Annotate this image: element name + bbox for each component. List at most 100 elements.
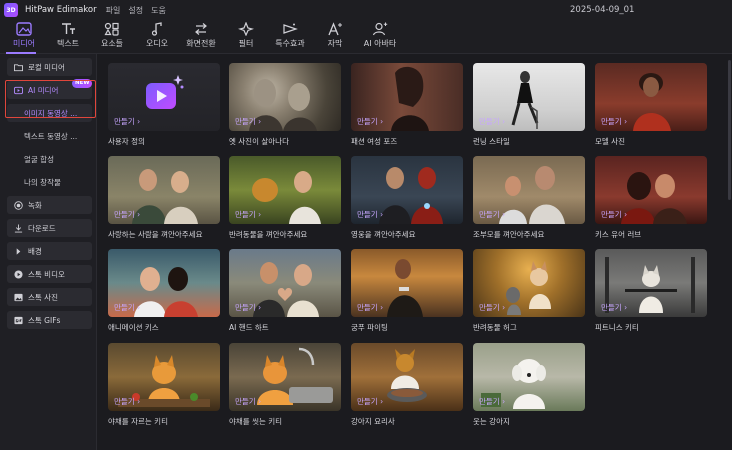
template-card-hug-grandparent[interactable]: 만들기 › 조부모를 껴안아주세요 <box>473 156 585 240</box>
play-circle-icon <box>14 269 23 279</box>
make-button[interactable]: 만들기 › <box>235 302 261 313</box>
make-button[interactable]: 만들기 › <box>479 209 505 220</box>
template-title: 키스 유어 러브 <box>595 230 642 239</box>
tab-elements[interactable]: 요소들 <box>90 22 134 52</box>
sidebar-item-stock-gifs[interactable]: 스톡 GIFs <box>7 311 92 329</box>
template-card-smiling-puppy[interactable]: 만들기 › 웃는 강아지 <box>473 343 585 427</box>
template-thumbnail[interactable]: 만들기 › <box>473 156 585 224</box>
template-card-animated-kiss[interactable]: 만들기 › 애니메이션 키스 <box>108 249 220 333</box>
menu-file[interactable]: 파일 <box>106 5 121 16</box>
template-thumbnail[interactable]: 만들기 › <box>351 63 463 131</box>
make-button[interactable]: 만들기 › <box>114 396 140 407</box>
make-button[interactable]: 만들기 › <box>601 116 627 127</box>
sidebar-item-stock-photo[interactable]: 스톡 사진 <box>7 288 92 306</box>
project-name: 2025-04-09_01 <box>570 5 635 15</box>
sidebar-item-local-media[interactable]: 로컬 미디어 <box>7 58 92 76</box>
template-thumbnail[interactable]: 만들기 › <box>108 343 220 411</box>
tab-audio[interactable]: 오디오 <box>135 22 179 52</box>
transition-icon <box>195 23 207 35</box>
template-thumbnail[interactable]: 만들기 › <box>351 343 463 411</box>
template-card-hug-hero[interactable]: 만들기 › 영웅을 껴안아주세요 <box>351 156 463 240</box>
template-card-hug-loved-one[interactable]: 만들기 › 사랑하는 사람을 껴안아주세요 <box>108 156 220 240</box>
sidebar-item-my-creations[interactable]: 나의 창작물 <box>7 173 92 191</box>
template-thumbnail[interactable]: 만들기 › <box>473 63 585 131</box>
template-thumbnail[interactable]: 만들기 › <box>108 63 220 131</box>
make-button[interactable]: 만들기 › <box>357 396 383 407</box>
title-bar: 3D HitPaw Edimakor 파일 설정 도움 2025-04-09_0… <box>0 0 732 20</box>
make-button[interactable]: 만들기 › <box>479 302 505 313</box>
template-thumbnail[interactable]: 만들기 › <box>473 249 585 317</box>
make-button[interactable]: 만들기 › <box>114 116 140 127</box>
template-thumbnail[interactable]: 만들기 › <box>351 249 463 317</box>
sidebar-item-text-to-video[interactable]: 텍스트 동영상 ... <box>7 127 92 145</box>
template-title: 강아지 요리사 <box>351 417 395 426</box>
template-thumbnail[interactable]: 만들기 › <box>229 343 341 411</box>
make-button[interactable]: 만들기 › <box>357 116 383 127</box>
record-icon <box>14 200 23 210</box>
make-button[interactable]: 만들기 › <box>479 116 505 127</box>
template-card-model-photo[interactable]: 만들기 › 모델 사진 <box>595 63 707 147</box>
tab-effects-label: 특수효과 <box>275 39 305 48</box>
template-title: AI 핸드 하트 <box>229 323 269 332</box>
make-button[interactable]: 만들기 › <box>601 209 627 220</box>
tab-media[interactable]: 미디어 <box>2 22 46 52</box>
tab-elements-label: 요소들 <box>100 39 124 48</box>
template-title: 사랑하는 사람을 껴안아주세요 <box>108 230 203 239</box>
sidebar-item-background[interactable]: 배경 <box>7 242 92 260</box>
tab-filter[interactable]: 필터 <box>224 22 268 52</box>
make-button[interactable]: 만들기 › <box>357 209 383 220</box>
template-thumbnail[interactable]: 만들기 › <box>595 63 707 131</box>
template-thumbnail[interactable]: 만들기 › <box>473 343 585 411</box>
template-thumbnail[interactable]: 만들기 › <box>108 249 220 317</box>
template-thumbnail[interactable]: 만들기 › <box>595 156 707 224</box>
template-card-fashion-pose[interactable]: 만들기 › 패션 여성 포즈 <box>351 63 463 147</box>
download-icon <box>14 223 23 233</box>
template-card-custom[interactable]: 만들기 › 사용자 정의 <box>108 63 220 147</box>
menu-settings[interactable]: 설정 <box>128 5 143 16</box>
make-button[interactable]: 만들기 › <box>114 209 140 220</box>
sidebar-item-download[interactable]: 다운로드 <box>7 219 92 237</box>
template-thumbnail[interactable]: 만들기 › <box>229 156 341 224</box>
tab-ai-avatar[interactable]: AI 아바타 <box>357 22 403 52</box>
template-card-puppy-chef[interactable]: 만들기 › 강아지 요리사 <box>351 343 463 427</box>
tab-transition[interactable]: 화면전환 <box>179 22 223 52</box>
tab-filter-label: 필터 <box>238 39 254 48</box>
template-card-kungfu-fighting[interactable]: 만들기 › 궁푸 파이팅 <box>351 249 463 333</box>
make-button[interactable]: 만들기 › <box>235 396 261 407</box>
menu-help[interactable]: 도움 <box>151 5 166 16</box>
template-thumbnail[interactable]: 만들기 › <box>229 249 341 317</box>
chevron-right-icon <box>16 247 21 255</box>
sidebar-item-face-swap[interactable]: 얼굴 합성 <box>7 150 92 168</box>
tab-effects[interactable]: 특수효과 <box>268 22 312 52</box>
sidebar-item-record[interactable]: 녹화 <box>7 196 92 214</box>
selection-highlight-box <box>5 80 96 118</box>
template-thumbnail[interactable]: 만들기 › <box>351 156 463 224</box>
sidebar-item-label: 스톡 비디오 <box>28 269 65 279</box>
tab-text[interactable]: 텍스트 <box>46 22 90 52</box>
template-card-running-style[interactable]: 만들기 › 런닝 스타일 <box>473 63 585 147</box>
template-card-pet-hug[interactable]: 만들기 › 반려동물 허그 <box>473 249 585 333</box>
sidebar-item-stock-video[interactable]: 스톡 비디오 <box>7 265 92 283</box>
template-card-fitness-kitty[interactable]: 만들기 › 피트니스 키티 <box>595 249 707 333</box>
make-button[interactable]: 만들기 › <box>357 302 383 313</box>
make-button[interactable]: 만들기 › <box>479 396 505 407</box>
tab-media-label: 미디어 <box>12 39 36 48</box>
template-card-hug-pet[interactable]: 만들기 › 반려동물을 껴안아주세요 <box>229 156 341 240</box>
scrollbar[interactable] <box>728 60 731 200</box>
template-thumbnail[interactable]: 만들기 › <box>108 156 220 224</box>
template-card-kitty-cutting-veg[interactable]: 만들기 › 야채를 자르는 키티 <box>108 343 220 427</box>
template-thumbnail[interactable]: 만들기 › <box>229 63 341 131</box>
template-thumbnail[interactable]: 만들기 › <box>595 249 707 317</box>
template-card-ai-hand-heart[interactable]: 만들기 › AI 핸드 하트 <box>229 249 341 333</box>
template-card-kitty-washing-veg[interactable]: 만들기 › 야채를 씻는 키티 <box>229 343 341 427</box>
make-button[interactable]: 만들기 › <box>235 209 261 220</box>
sidebar-item-label: 스톡 사진 <box>28 292 58 302</box>
make-button[interactable]: 만들기 › <box>235 116 261 127</box>
tab-text-label: 텍스트 <box>56 39 80 48</box>
tab-subtitle[interactable]: 자막 <box>313 22 357 52</box>
template-card-kiss-your-love[interactable]: 만들기 › 키스 유어 러브 <box>595 156 707 240</box>
make-button[interactable]: 만들기 › <box>114 302 140 313</box>
template-card-old-photo[interactable]: 만들기 › 옛 사진이 살아나다 <box>229 63 341 147</box>
template-title: 패션 여성 포즈 <box>351 137 398 146</box>
make-button[interactable]: 만들기 › <box>601 302 627 313</box>
